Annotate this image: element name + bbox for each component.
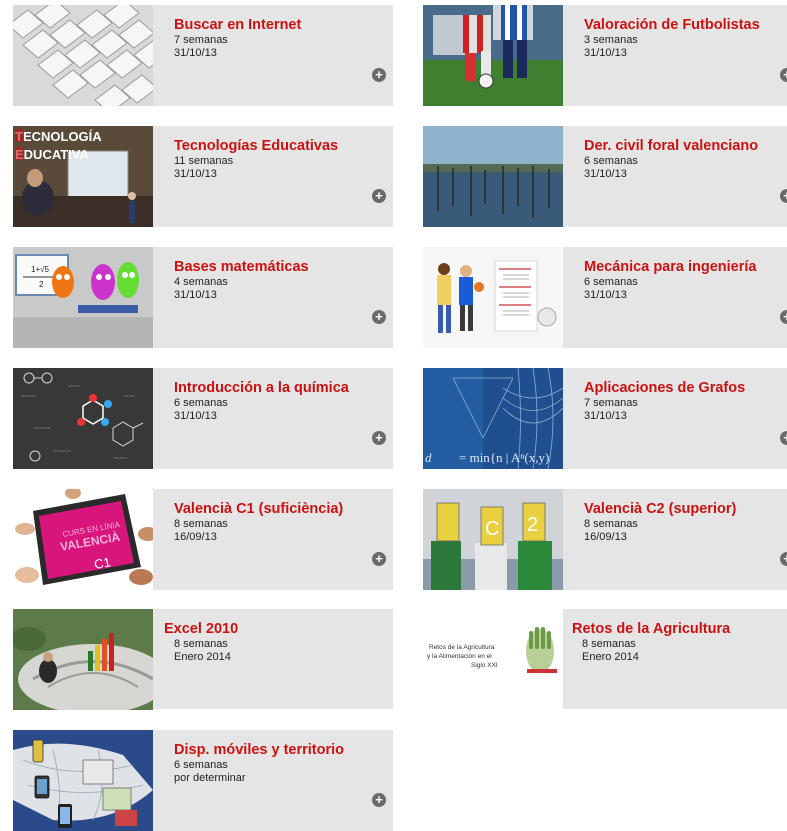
course-title[interactable]: Valencià C1 (suficiència) — [174, 500, 387, 518]
course-card[interactable]: Disp. móviles y territorio 6 semanas por… — [13, 730, 393, 831]
course-date: 31/10/13 — [174, 47, 217, 59]
course-title[interactable]: Mecánica para ingeniería — [584, 258, 781, 276]
course-date: 31/10/13 — [584, 47, 627, 59]
course-card[interactable]: TECNOLOGÍA EDUCATIVA Tecnologías Educati… — [13, 126, 393, 227]
course-card[interactable]: Excel 2010 8 semanas Enero 2014 — [13, 609, 393, 710]
course-card[interactable]: 1+√5 2 Bases matemáticas 4 semanas 31/10… — [13, 247, 393, 348]
course-date: 31/10/13 — [584, 410, 627, 422]
thumbnail-text: Retos de la Agricultura — [429, 644, 495, 651]
course-date: 31/10/13 — [174, 168, 217, 180]
course-card[interactable]: CURS EN LÍNIA VALENCIÀ C1 Valencià C1 (s… — [13, 489, 393, 590]
course-date: 31/10/13 — [174, 289, 217, 301]
plus-circle-icon[interactable]: + — [780, 431, 787, 445]
thumbnail-text: Siglo XXI — [471, 662, 498, 669]
course-date: por determinar — [174, 772, 246, 784]
plus-circle-icon[interactable]: + — [780, 310, 787, 324]
thumbnail-text: C1 — [93, 554, 112, 572]
plus-circle-icon[interactable]: + — [372, 552, 386, 566]
course-thumbnail[interactable]: 1+√5 2 — [13, 247, 153, 348]
thumbnail-text: y la Alimentación en el — [427, 653, 492, 660]
course-duration: 11 semanas — [174, 155, 234, 167]
thumbnail-text: TECNOLOGÍA — [15, 129, 102, 144]
svg-text:~~~~~~: ~~~~~~ — [53, 449, 71, 455]
course-title[interactable]: Valencià C2 (superior) — [584, 500, 781, 518]
course-thumbnail[interactable] — [13, 5, 153, 106]
course-date: 16/09/13 — [584, 531, 627, 543]
course-duration: 7 semanas — [174, 34, 228, 46]
course-title[interactable]: Buscar en Internet — [174, 16, 387, 34]
plus-circle-icon[interactable]: + — [372, 189, 386, 203]
course-thumbnail[interactable] — [13, 730, 153, 831]
svg-text:~~~~~~: ~~~~~~ — [33, 426, 51, 432]
course-card[interactable]: Der. civil foral valenciano 6 semanas 31… — [423, 126, 787, 227]
course-duration: 6 semanas — [174, 397, 228, 409]
svg-text:~~~~: ~~~~ — [68, 384, 80, 390]
course-title[interactable]: Bases matemáticas — [174, 258, 387, 276]
course-date: Enero 2014 — [582, 651, 639, 663]
course-date: Enero 2014 — [174, 651, 231, 663]
course-title[interactable]: Aplicaciones de Grafos — [584, 379, 781, 397]
course-duration: 7 semanas — [584, 397, 638, 409]
course-thumbnail[interactable]: TECNOLOGÍA EDUCATIVA — [13, 126, 153, 227]
course-duration: 6 semanas — [174, 759, 228, 771]
course-card[interactable]: Retos de la Agricultura y la Alimentació… — [423, 609, 787, 710]
course-title[interactable]: Excel 2010 — [164, 620, 387, 638]
svg-text:2: 2 — [39, 280, 44, 289]
svg-text:~~~~: ~~~~ — [123, 394, 135, 400]
thumbnail-text: d — [425, 450, 432, 465]
svg-text:~~~~~: ~~~~~ — [21, 394, 36, 400]
plus-circle-icon[interactable]: + — [372, 68, 386, 82]
course-date: 31/10/13 — [584, 289, 627, 301]
course-thumbnail[interactable] — [13, 609, 153, 710]
course-card[interactable]: Buscar en Internet 7 semanas 31/10/13 + — [13, 5, 393, 106]
plus-circle-icon[interactable]: + — [372, 793, 386, 807]
course-thumbnail[interactable]: Retos de la Agricultura y la Alimentació… — [423, 609, 563, 710]
course-duration: 8 semanas — [582, 638, 636, 650]
course-card[interactable]: C 2 Valencià C2 (superior) 8 semanas 16/… — [423, 489, 787, 590]
course-thumbnail[interactable]: C 2 — [423, 489, 563, 590]
course-duration: 8 semanas — [584, 518, 638, 530]
plus-circle-icon[interactable]: + — [780, 68, 787, 82]
course-duration: 4 semanas — [174, 276, 228, 288]
course-thumbnail[interactable] — [423, 126, 563, 227]
course-duration: 3 semanas — [584, 34, 638, 46]
thumbnail-text: EDUCATIVA — [15, 147, 90, 162]
plus-circle-icon[interactable]: + — [372, 431, 386, 445]
course-date: 16/09/13 — [174, 531, 217, 543]
course-thumbnail[interactable]: d = min{n | Aⁿ(x,y) — [423, 368, 563, 469]
course-title[interactable]: Introducción a la química — [174, 379, 387, 397]
course-duration: 6 semanas — [584, 155, 638, 167]
course-card[interactable]: Mecánica para ingeniería 6 semanas 31/10… — [423, 247, 787, 348]
course-thumbnail[interactable]: ~~~~~ ~~~~~~ ~~~~ ~~~~ ~~~~~~ ~~~~~ — [13, 368, 153, 469]
svg-text:1+√5: 1+√5 — [31, 265, 50, 274]
plus-circle-icon[interactable]: + — [372, 310, 386, 324]
course-date: 31/10/13 — [174, 410, 217, 422]
course-card[interactable]: Valoración de Futbolistas 3 semanas 31/1… — [423, 5, 787, 106]
course-thumbnail[interactable] — [423, 5, 563, 106]
plus-circle-icon[interactable]: + — [780, 189, 787, 203]
course-title[interactable]: Disp. móviles y territorio — [174, 741, 387, 759]
thumbnail-formula: = min{n | Aⁿ(x,y) — [459, 450, 549, 465]
plus-circle-icon[interactable]: + — [780, 552, 787, 566]
course-duration: 8 semanas — [174, 518, 228, 530]
thumbnail-text: C — [485, 518, 499, 540]
course-thumbnail[interactable] — [423, 247, 563, 348]
svg-text:~~~~~: ~~~~~ — [113, 456, 128, 462]
course-title[interactable]: Valoración de Futbolistas — [584, 16, 781, 34]
course-duration: 6 semanas — [584, 276, 638, 288]
course-title[interactable]: Der. civil foral valenciano — [584, 137, 781, 155]
course-date: 31/10/13 — [584, 168, 627, 180]
thumbnail-text: 2 — [527, 514, 538, 536]
course-duration: 8 semanas — [174, 638, 228, 650]
course-title[interactable]: Retos de la Agricultura — [572, 620, 781, 638]
course-title[interactable]: Tecnologías Educativas — [174, 137, 387, 155]
course-card[interactable]: ~~~~~ ~~~~~~ ~~~~ ~~~~ ~~~~~~ ~~~~~ Intr… — [13, 368, 393, 469]
course-card[interactable]: d = min{n | Aⁿ(x,y) Aplicaciones de Graf… — [423, 368, 787, 469]
course-thumbnail[interactable]: CURS EN LÍNIA VALENCIÀ C1 — [13, 489, 153, 590]
